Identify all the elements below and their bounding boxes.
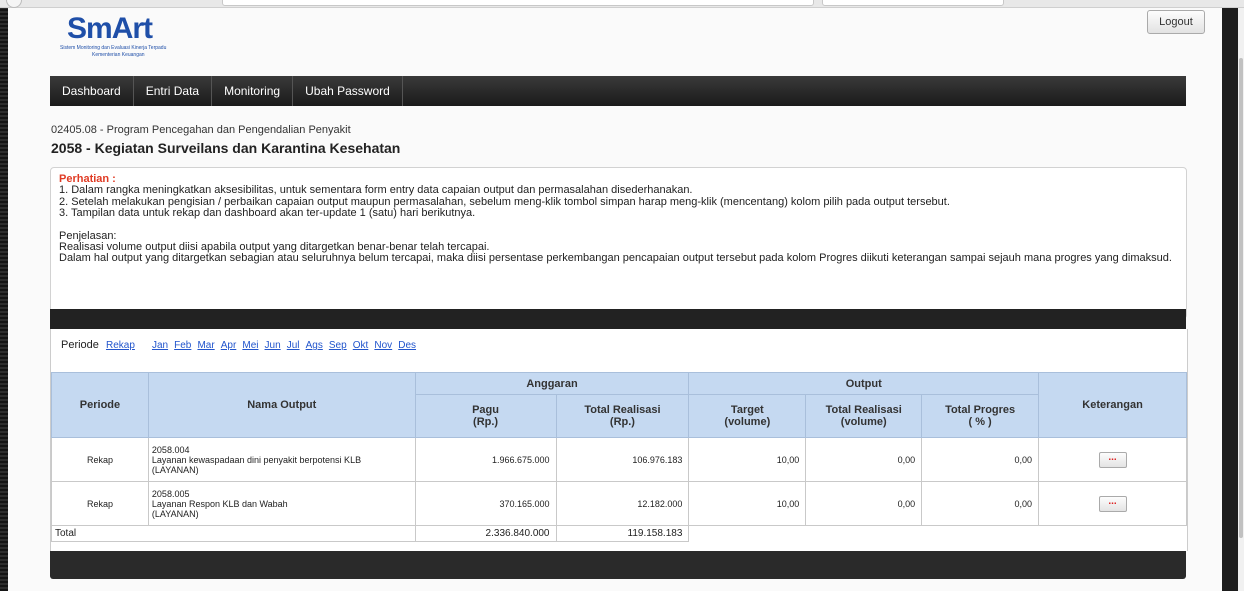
- table-row: Rekap 2058.004 Layanan kewaspadaan dini p…: [51, 437, 1187, 482]
- col-header-anggaran: Anggaran: [414, 372, 690, 395]
- periode-link-rekap[interactable]: Rekap: [106, 340, 135, 351]
- col-header-output: Output: [688, 372, 1040, 395]
- nav-item-monitoring[interactable]: Monitoring: [212, 76, 294, 106]
- cell-realisasi-volume: 0,00: [805, 437, 923, 482]
- total-pagu: 2.336.840.000: [414, 525, 557, 542]
- nav-item-ubah-password[interactable]: Ubah Password: [293, 76, 403, 106]
- col-header-periode: Periode: [51, 372, 149, 438]
- cell-total-realisasi: 12.182.000: [555, 481, 690, 526]
- periode-link-ags[interactable]: Ags: [306, 340, 323, 351]
- page-title: 2058 - Kegiatan Surveilans dan Karantina…: [51, 140, 401, 156]
- periode-link-jan[interactable]: Jan: [152, 340, 168, 351]
- keterangan-button[interactable]: ...: [1098, 451, 1127, 468]
- section-divider: [50, 309, 1186, 329]
- logout-button[interactable]: Logout: [1147, 10, 1205, 34]
- notice-line-3: 3. Tampilan data untuk rekap dan dashboa…: [59, 207, 476, 220]
- logo-wordmark: SmArt: [67, 12, 153, 45]
- cell-periode: Rekap: [51, 437, 149, 482]
- cell-target: 10,00: [688, 481, 807, 526]
- periode-link-jul[interactable]: Jul: [287, 340, 300, 351]
- scrollbar[interactable]: [1222, 8, 1244, 591]
- logo-tagline: Sistem Monitoring dan Evaluasi Kinerja T…: [60, 45, 167, 51]
- periode-link-nov[interactable]: Nov: [374, 340, 392, 351]
- cell-progres: 0,00: [921, 481, 1040, 526]
- smart-logo[interactable]: SmArt Sistem Monitoring dan Evaluasi Kin…: [58, 12, 198, 62]
- cell-nama-output: 2058.004 Layanan kewaspadaan dini penyaki…: [147, 437, 416, 482]
- periode-link-sep[interactable]: Sep: [329, 340, 347, 351]
- nav-item-entri-data[interactable]: Entri Data: [134, 76, 213, 106]
- periode-label: Periode: [61, 339, 99, 351]
- col-header-target: Target (volume): [688, 394, 807, 438]
- col-header-total-realisasi-rp: Total Realisasi (Rp.): [555, 394, 690, 438]
- cell-pagu: 370.165.000: [414, 481, 557, 526]
- breadcrumb: 02405.08 - Program Pencegahan dan Pengen…: [51, 124, 351, 136]
- nav-item-dashboard[interactable]: Dashboard: [50, 76, 134, 106]
- cell-total-realisasi: 106.976.183: [555, 437, 690, 482]
- cell-realisasi-volume: 0,00: [805, 481, 923, 526]
- periode-link-des[interactable]: Des: [398, 340, 416, 351]
- browser-toolbar: [0, 0, 1244, 8]
- periode-link-jun[interactable]: Jun: [265, 340, 281, 351]
- window-edge: [0, 8, 8, 591]
- main-nav: Dashboard Entri Data Monitoring Ubah Pas…: [50, 76, 1186, 106]
- browser-search-box[interactable]: [822, 0, 1004, 6]
- periode-link-mar[interactable]: Mar: [197, 340, 214, 351]
- cell-pagu: 1.966.675.000: [414, 437, 557, 482]
- panel-footer: [50, 551, 1186, 579]
- col-header-nama-output: Nama Output: [147, 372, 416, 438]
- periode-link-feb[interactable]: Feb: [174, 340, 191, 351]
- scrollbar-thumb[interactable]: [1239, 58, 1243, 538]
- periode-link-okt[interactable]: Okt: [353, 340, 369, 351]
- col-header-total-realisasi-vol: Total Realisasi (volume): [805, 394, 923, 438]
- table-row: Rekap 2058.005 Layanan Respon KLB dan Wab…: [51, 481, 1187, 526]
- keterangan-button[interactable]: ...: [1098, 495, 1127, 512]
- cell-periode: Rekap: [51, 481, 149, 526]
- total-label: Total: [51, 525, 416, 542]
- col-header-pagu: Pagu (Rp.): [414, 394, 557, 438]
- col-header-total-progres: Total Progres( % ): [921, 394, 1040, 438]
- cell-keterangan: ...: [1038, 481, 1187, 526]
- address-bar[interactable]: [222, 0, 814, 6]
- periode-link-mei[interactable]: Mei: [242, 340, 258, 351]
- browser-button[interactable]: [6, 0, 22, 8]
- logo-subtagline: Kementerian Keuangan: [92, 52, 145, 58]
- periode-filter: Periode Rekap Jan Feb Mar Apr Mei Jun Ju…: [61, 339, 419, 351]
- output-panel: Periode Rekap Jan Feb Mar Apr Mei Jun Ju…: [50, 329, 1188, 551]
- notice-box: Perhatian : 1. Dalam rangka meningkatkan…: [50, 167, 1187, 319]
- col-header-keterangan: Keterangan: [1038, 372, 1187, 438]
- cell-target: 10,00: [688, 437, 807, 482]
- cell-nama-output: 2058.005 Layanan Respon KLB dan Wabah (LAY…: [147, 481, 416, 526]
- total-realisasi: 119.158.183: [555, 525, 690, 542]
- output-table: Periode Nama Output Anggaran Output Kete…: [51, 372, 1187, 542]
- cell-progres: 0,00: [921, 437, 1040, 482]
- periode-link-apr[interactable]: Apr: [221, 340, 237, 351]
- table-total-row: Total 2.336.840.000 119.158.183: [51, 525, 1187, 542]
- penjelasan-line-2: Dalam hal output yang ditargetkan sebagi…: [59, 252, 1172, 265]
- cell-keterangan: ...: [1038, 437, 1187, 482]
